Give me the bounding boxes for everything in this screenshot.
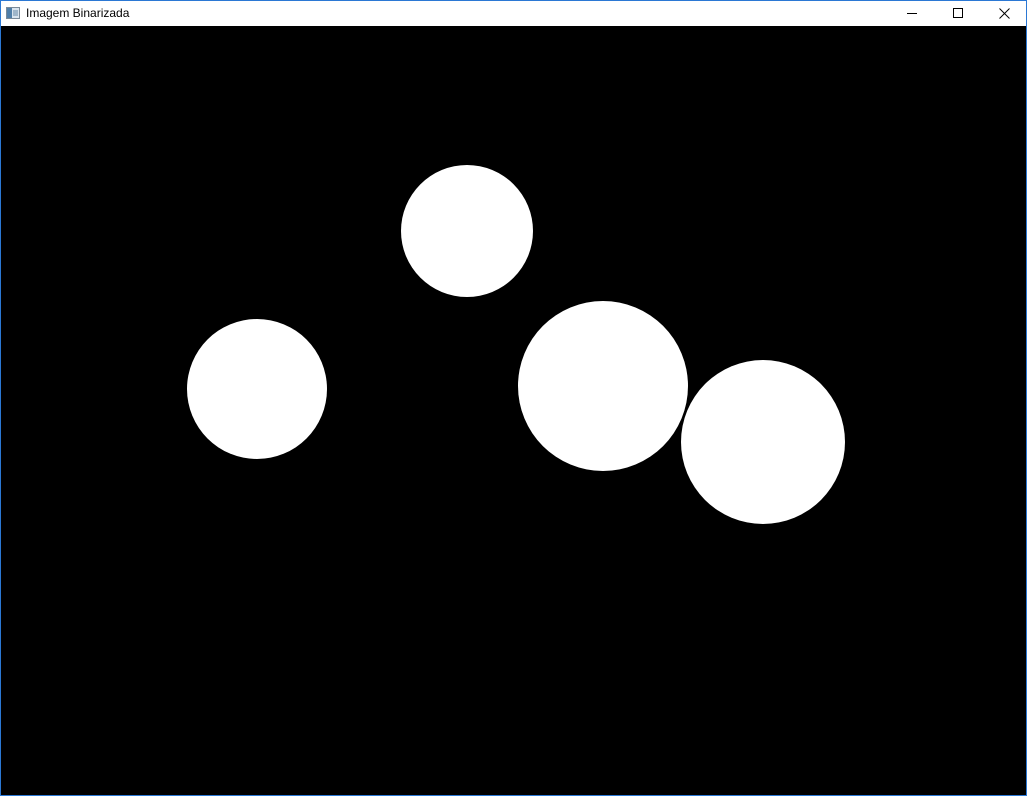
close-icon [999, 8, 1010, 19]
binarized-image-canvas [187, 165, 845, 524]
title-bar[interactable]: Imagem Binarizada [1, 1, 1026, 26]
minimize-icon [907, 13, 917, 14]
white-blob [681, 360, 845, 524]
white-blob [187, 319, 327, 459]
minimize-button[interactable] [889, 1, 935, 26]
white-blob [518, 301, 688, 471]
binarized-image [1, 26, 1026, 795]
app-window-icon[interactable] [6, 7, 20, 19]
maximize-button[interactable] [935, 1, 981, 26]
white-blob [401, 165, 533, 297]
image-window: Imagem Binarizada [0, 0, 1027, 796]
window-title: Imagem Binarizada [26, 6, 130, 20]
close-button[interactable] [981, 1, 1027, 26]
maximize-icon [953, 8, 963, 18]
